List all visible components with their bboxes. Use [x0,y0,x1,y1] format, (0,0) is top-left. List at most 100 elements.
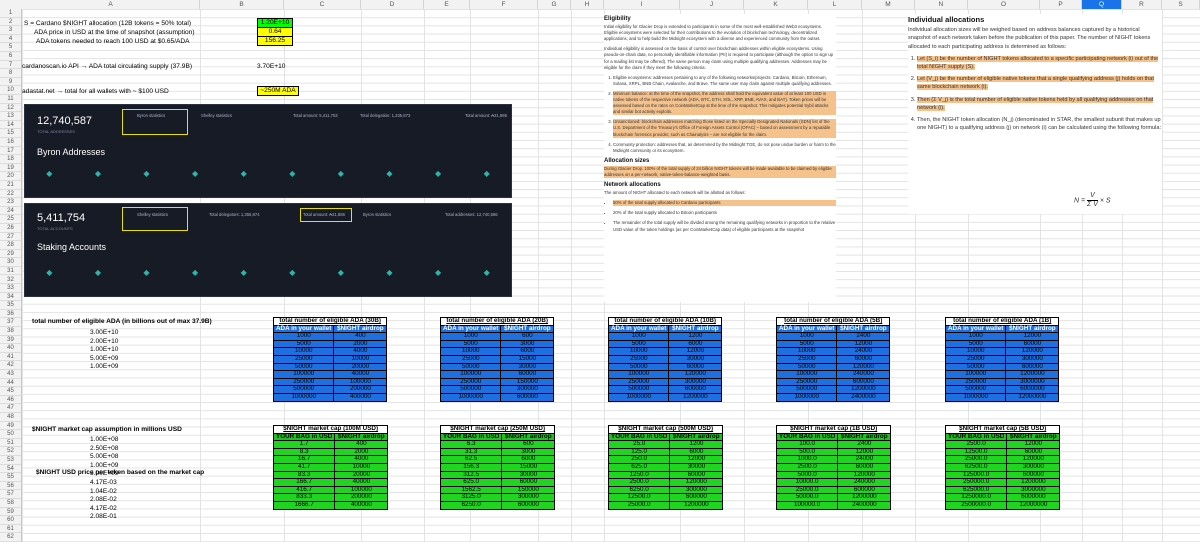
table-title[interactable]: $NIGHT market cap (500M USD) [607,425,724,434]
row-header-37[interactable]: 37 [0,318,21,328]
table-cell[interactable]: 300000 [1006,462,1061,472]
table-title[interactable]: total number of eligible ADA (5B) [775,317,891,326]
table-cell[interactable]: 60000 [837,462,892,472]
cell-label-eligible-ada[interactable]: total number of eligible ADA (in billion… [32,318,212,326]
cell-label-market-cap[interactable]: $NIGHT market cap assumption in millions… [32,426,182,434]
column-header-q[interactable]: Q [1082,0,1122,9]
value-cell[interactable]: 2.00E+10 [90,338,118,346]
row-header-51[interactable]: 51 [0,439,21,448]
row-header-34[interactable]: 34 [0,293,21,302]
column-header-m[interactable]: M [862,0,915,9]
table-cell[interactable]: 25000.0 [607,500,671,510]
table-cell[interactable]: 12000000 [1005,392,1060,402]
table-cell[interactable]: 600000 [501,500,556,510]
column-header-b[interactable]: B [200,0,284,9]
table-cell[interactable]: 25000 [607,354,670,364]
table-cell[interactable]: 1000000 [775,392,838,402]
table-cell[interactable]: 15000 [501,462,556,472]
row-header-20[interactable]: 20 [0,172,21,181]
cell-label-ada-price[interactable]: ADA price in USD at the time of snapshot… [34,29,195,37]
row-header-29[interactable]: 29 [0,250,21,259]
row-header-11[interactable]: 11 [0,95,21,104]
table-cell[interactable]: 10000 [333,354,388,364]
table-title[interactable]: total number of eligible ADA (10B) [607,317,723,326]
table-cell[interactable]: 300000 [1005,354,1060,364]
table-cell[interactable]: 400000 [333,392,388,402]
row-header-55[interactable]: 55 [0,473,21,482]
row-header-12[interactable]: 12 [0,104,21,113]
value-cell[interactable]: 2.08E-02 [90,496,117,504]
row-header-49[interactable]: 49 [0,422,21,431]
table-cell[interactable]: 62500.0 [944,462,1008,472]
row-header-33[interactable]: 33 [0,284,21,293]
table-cell[interactable]: 25000 [439,354,502,364]
table-cell[interactable]: 156.3 [439,462,503,472]
column-header-c[interactable]: C [284,0,361,9]
table-title[interactable]: $NIGHT market cap (5B USD) [944,425,1061,434]
row-header-23[interactable]: 23 [0,198,21,207]
table-title[interactable]: $NIGHT market cap (100M USD) [272,425,389,434]
row-header-26[interactable]: 26 [0,224,21,233]
table-cell[interactable]: 6250.0 [439,500,503,510]
table-cell[interactable]: 10000 [334,462,389,472]
table-cell[interactable]: 1000000 [944,392,1007,402]
row-header-53[interactable]: 53 [0,456,21,465]
table-cell[interactable]: 1000000 [607,392,670,402]
row-header-48[interactable]: 48 [0,413,21,422]
table-cell[interactable]: 12000000 [1006,500,1061,510]
row-header-45[interactable]: 45 [0,387,21,396]
value-cell[interactable]: 2.50E+08 [90,445,118,453]
table-cell[interactable]: 25000 [775,354,838,364]
row-header-31[interactable]: 31 [0,267,21,276]
value-cell[interactable]: 5.00E+08 [90,453,118,461]
row-header-41[interactable]: 41 [0,353,21,362]
row-header-13[interactable]: 13 [0,112,21,121]
cell-circulating-value[interactable]: 3.70E+10 [257,63,285,71]
value-cell[interactable]: 3.00E+10 [90,329,118,337]
row-header-39[interactable]: 39 [0,336,21,345]
row-header-58[interactable]: 58 [0,499,21,508]
column-header-g[interactable]: G [538,0,571,9]
column-header-o[interactable]: O [968,0,1040,9]
cell-ada-needed-value[interactable]: 156.25 [257,36,293,46]
row-header-3[interactable]: 3 [0,26,21,35]
row-header-54[interactable]: 54 [0,465,21,474]
table-cell[interactable]: 625.0 [607,462,671,472]
value-cell[interactable]: 4.17E-03 [90,479,117,487]
table-cell[interactable]: 100000.0 [775,500,839,510]
row-header-10[interactable]: 10 [0,86,21,95]
table-cell[interactable]: 1000000 [439,392,502,402]
column-header-k[interactable]: K [744,0,808,9]
table-title[interactable]: total number of eligible ADA (1B) [944,317,1060,326]
table-cell[interactable]: 30000 [669,462,724,472]
column-header-i[interactable]: I [604,0,680,9]
row-header-42[interactable]: 42 [0,361,21,371]
row-header-9[interactable]: 9 [0,78,21,87]
cell-label-adastat[interactable]: adastat.net → total for all wallets with… [22,88,169,96]
row-header-2[interactable]: 2 [0,18,21,27]
cell-label-ada-needed[interactable]: ADA tokens needed to reach 100 USD at $0… [36,38,190,46]
cell-label-allocation[interactable]: S = Cardano $NIGHT allocation (12B token… [24,20,191,28]
row-header-15[interactable]: 15 [0,129,21,138]
row-header-50[interactable]: 50 [0,430,21,439]
row-header-44[interactable]: 44 [0,379,21,388]
table-title[interactable]: $NIGHT market cap (250M USD) [439,425,556,434]
cell-label-token-price[interactable]: $NIGHT USD price per token based on the … [36,469,204,477]
row-header-30[interactable]: 30 [0,258,21,267]
value-cell[interactable]: 1.00E+09 [90,363,118,371]
row-header-61[interactable]: 61 [0,525,21,534]
row-header-38[interactable]: 38 [0,327,21,336]
row-header-17[interactable]: 17 [0,147,21,156]
row-header-1[interactable]: 1 [0,9,21,18]
row-header-7[interactable]: 7 [0,61,21,70]
table-cell[interactable]: 30000 [668,354,723,364]
row-header-40[interactable]: 40 [0,344,21,353]
column-header-s[interactable]: S [1162,0,1200,9]
row-header-32[interactable]: 32 [0,276,21,285]
row-header-18[interactable]: 18 [0,155,21,164]
table-cell[interactable]: 2500000.0 [944,500,1008,510]
row-header-14[interactable]: 14 [0,121,21,130]
value-cell[interactable]: 1.00E+08 [90,436,118,444]
table-cell[interactable]: 1200000 [669,500,724,510]
row-header-21[interactable]: 21 [0,181,21,190]
